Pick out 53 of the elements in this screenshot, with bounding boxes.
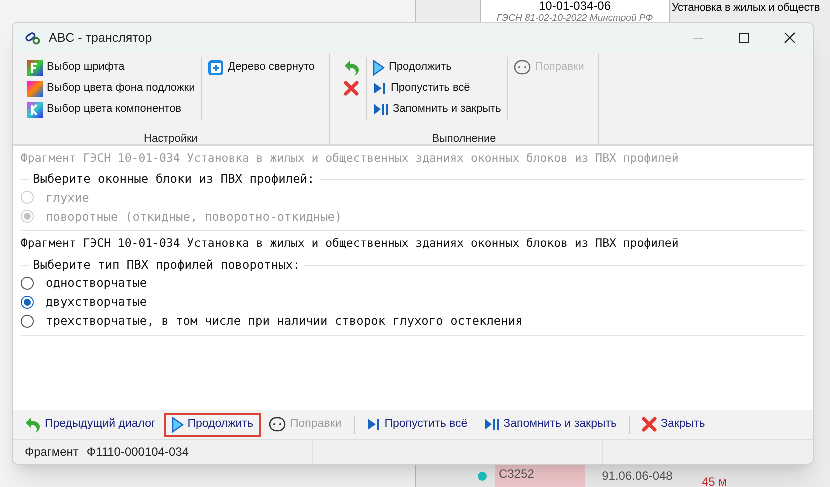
chain-link-icon (25, 31, 41, 45)
play-icon (372, 60, 385, 76)
group-label: Выполнение (431, 132, 498, 147)
ribbon-button[interactable]: Дерево свернуто (206, 57, 317, 78)
option-label: одностворчатые (46, 275, 148, 292)
toolbar-button[interactable]: Запомнить и закрыть (476, 412, 625, 436)
table-cell: 10-01-034-06 (538, 0, 612, 13)
play-pause-icon (484, 418, 500, 431)
option-label: трехстворчатые, в том числе при наличии створок глухого остекления (46, 313, 523, 330)
ribbon-button[interactable]: Выбор цвета компонентов (25, 99, 198, 120)
palette-icon (27, 102, 43, 118)
expand-icon (208, 60, 224, 76)
group-caption: Выберите оконные блоки из ПВХ профилей: (29, 171, 319, 188)
table-cell-text: 91.06.06-048 (601, 468, 674, 485)
status-label: Фрагмент (25, 444, 79, 461)
ribbon-button[interactable]: Выбор цвета фона подложки (25, 78, 198, 99)
undo-icon (344, 58, 360, 76)
status-value: Ф1110-000104-034 (86, 444, 189, 461)
font-icon (27, 60, 43, 76)
fragment-title: Фрагмент ГЭСН 10-01-034 Установка в жилых и общественных зданиях оконных блоков из ПВХ профилей (20, 235, 680, 252)
toolbar-button[interactable]: Пропустить всё (358, 412, 476, 436)
option-label: глухие (46, 190, 90, 207)
toolbar-button[interactable]: Продолжить (164, 412, 262, 436)
close-icon (344, 81, 359, 96)
skip-icon (366, 418, 381, 431)
window-title: ABC - транслятор (49, 30, 152, 47)
ribbon-button[interactable]: Выбор шрифта (25, 57, 198, 78)
face-icon (514, 60, 532, 75)
play-icon (172, 416, 184, 432)
group-caption: Выберите тип ПВХ профилей поворотных: (29, 256, 304, 272)
palette-icon (27, 80, 43, 96)
face-icon (269, 417, 286, 432)
radio-button[interactable] (21, 314, 34, 328)
radio-button[interactable] (21, 296, 34, 308)
toolbar-button[interactable]: Предыдущий диалог (17, 412, 164, 436)
group-label: Настройки (143, 132, 199, 147)
undo-icon (25, 416, 41, 434)
table-cell: ГЭСН 81-02-10-2022 Минстрой РФ (496, 13, 654, 24)
ribbon-button[interactable] (342, 78, 362, 99)
table-cell-text: 45 м (701, 474, 727, 487)
ribbon-button[interactable]: Пропустить всё (370, 78, 504, 99)
toolbar-button[interactable]: Закрыть (634, 412, 714, 436)
play-pause-icon (372, 103, 389, 116)
skip-icon (372, 82, 387, 95)
table-cell: С3252 (495, 465, 585, 487)
close-icon (642, 417, 657, 432)
fragment-title: Фрагмент ГЭСН 10-01-034 Установка в жилых и общественных зданиях оконных блоков из ПВХ профилей (20, 150, 680, 167)
radio-button[interactable] (21, 276, 34, 290)
option-label: двухстворчатые (46, 294, 148, 311)
option-label: поворотные (откидные, поворотно-откидные) (46, 208, 342, 226)
table-cell-text: Установка в жилых и обществ (672, 1, 820, 16)
ribbon-button[interactable]: Запомнить и закрыть (370, 99, 504, 120)
ribbon-button[interactable]: Продолжить (370, 57, 504, 78)
